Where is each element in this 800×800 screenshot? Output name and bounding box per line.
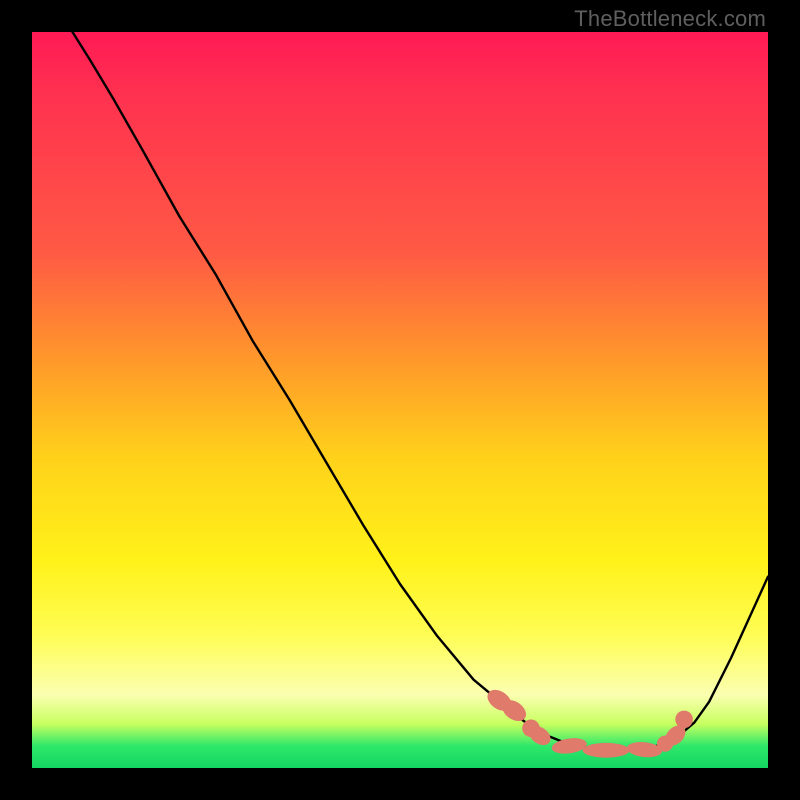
marker-ellipse bbox=[583, 743, 630, 758]
curve-layer bbox=[32, 32, 768, 768]
data-markers bbox=[484, 686, 693, 759]
bottleneck-curve bbox=[73, 32, 769, 751]
marker-circle bbox=[675, 711, 693, 729]
watermark-text: TheBottleneck.com bbox=[574, 6, 766, 32]
chart-container: TheBottleneck.com bbox=[0, 0, 800, 800]
plot-area bbox=[32, 32, 768, 768]
